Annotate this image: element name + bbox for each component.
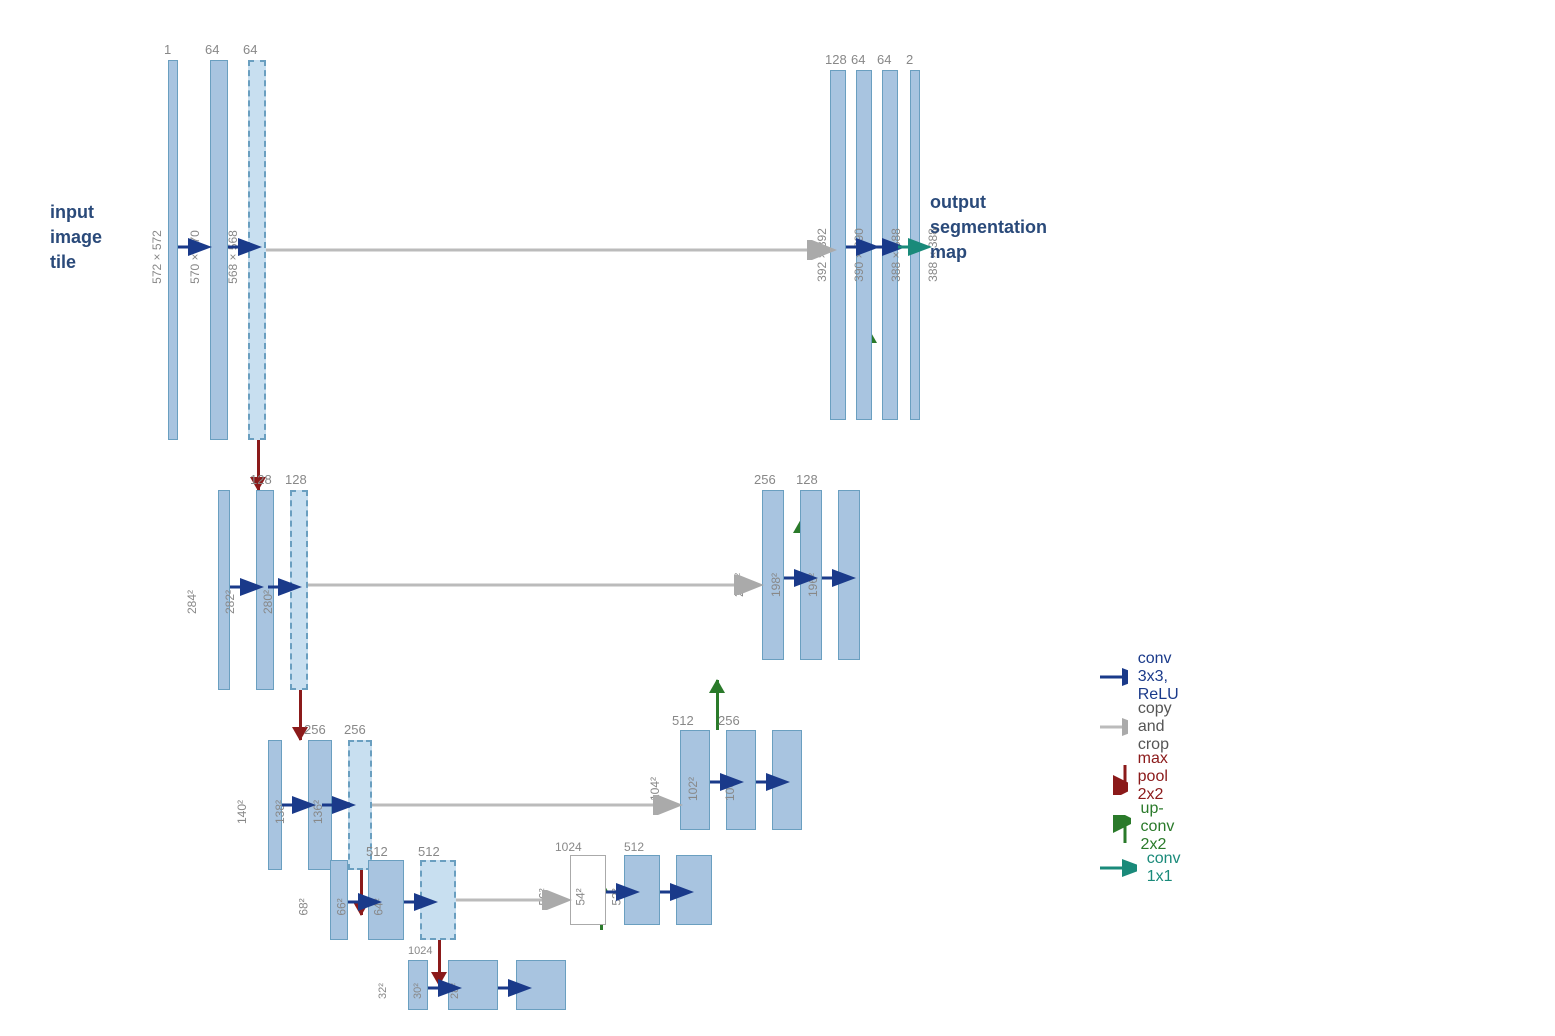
enc1-block0 <box>168 60 178 440</box>
legend-upconv-label: up-conv 2x2 <box>1141 800 1194 854</box>
legend-maxpool: max pool 2x2 <box>1100 750 1190 804</box>
dec2-ch1: 128 <box>796 472 818 487</box>
input-label: inputimagetile <box>50 200 102 276</box>
copy-crop-2 <box>308 575 768 595</box>
enc2-ch2: 128 <box>285 472 307 487</box>
dec2-arrow2 <box>822 568 858 588</box>
enc1-ch2: 64 <box>243 42 257 57</box>
legend-conv: conv 3x3, ReLU <box>1100 650 1201 704</box>
maxpool2 <box>299 690 302 740</box>
legend-conv1x1: conv 1x1 <box>1100 850 1194 886</box>
enc4-ch2: 512 <box>418 844 440 859</box>
enc3-arrow1 <box>282 795 318 815</box>
legend-maxpool-label: max pool 2x2 <box>1138 750 1191 804</box>
enc2-ch1: 128 <box>250 472 272 487</box>
dec4-ch0: 1024 <box>555 840 582 854</box>
dec4-arrow1 <box>606 882 642 902</box>
enc4-sz1: 66² <box>335 898 349 915</box>
output-label: outputsegmentationmap <box>930 190 1047 266</box>
dec2-ch0: 256 <box>754 472 776 487</box>
dec3-sz1: 102² <box>686 777 700 801</box>
dec1-ch2: 64 <box>877 52 891 67</box>
dec2-arrow1 <box>784 568 820 588</box>
legend-conv1x1-label: conv 1x1 <box>1147 850 1194 886</box>
enc1-sz0: 572 × 572 <box>150 230 164 284</box>
enc3-ch2: 256 <box>344 722 366 737</box>
enc4-ch1: 512 <box>366 844 388 859</box>
enc1-ch1: 64 <box>205 42 219 57</box>
btn-sz0: 32² <box>377 983 389 999</box>
dec4-arrow2 <box>660 882 696 902</box>
btn-arrow1 <box>428 978 464 998</box>
dec3-arrow2 <box>756 772 792 792</box>
enc4-sz0: 68² <box>297 898 311 915</box>
btn-ch0: 1024 <box>408 945 432 957</box>
enc1-arrow1 <box>178 237 214 257</box>
enc3-arrow2 <box>322 795 358 815</box>
dec3-arrow1 <box>710 772 746 792</box>
copy-crop-3 <box>372 795 687 815</box>
legend-copy-label: copy and crop <box>1138 700 1194 754</box>
legend-upconv: up-conv 2x2 <box>1100 800 1194 854</box>
dec3-ch1: 256 <box>718 713 740 728</box>
dec1-arrow3-teal <box>898 237 934 257</box>
btn-arrow2 <box>498 978 534 998</box>
copy-crop-4 <box>456 890 576 910</box>
dec1-ch1: 64 <box>851 52 865 67</box>
enc2-arrow2 <box>268 577 304 597</box>
legend-copy: copy and crop <box>1100 700 1194 754</box>
dec3-ch0: 512 <box>672 713 694 728</box>
enc4-arrow2 <box>404 892 440 912</box>
legend-conv-label: conv 3x3, ReLU <box>1138 650 1201 704</box>
dec4-ch1: 512 <box>624 840 644 854</box>
enc3-ch1: 256 <box>304 722 326 737</box>
enc1-ch0: 1 <box>164 42 171 57</box>
btn-sz1: 30² <box>412 983 424 999</box>
copy-crop-1 <box>266 240 841 260</box>
enc2-arrow1 <box>230 577 266 597</box>
enc1-arrow2 <box>228 237 264 257</box>
dec2-sz1: 198² <box>769 573 783 597</box>
enc4-arrow1 <box>348 892 384 912</box>
dec1-ch3: 2 <box>906 52 913 67</box>
dec1-ch0: 128 <box>825 52 847 67</box>
enc2-sz0: 284² <box>185 590 199 614</box>
enc3-sz0: 140² <box>235 800 249 824</box>
